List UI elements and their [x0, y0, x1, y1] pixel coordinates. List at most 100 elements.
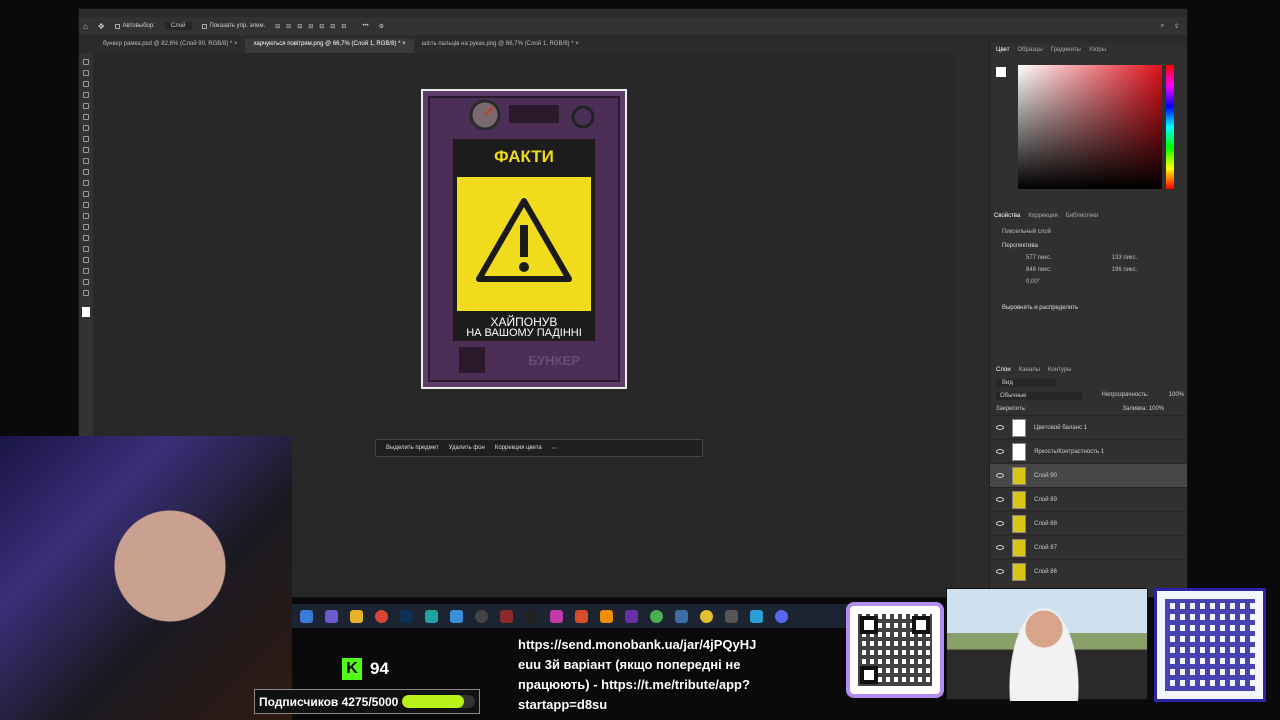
- home-icon[interactable]: ⌂: [83, 22, 88, 31]
- close-icon[interactable]: ×: [575, 41, 579, 47]
- app-icon[interactable]: [450, 609, 463, 623]
- tab-libraries[interactable]: Библиотеки: [1066, 213, 1099, 219]
- layer-row[interactable]: Яркость/Контрастность 1: [990, 439, 1187, 463]
- align-icons[interactable]: ⊟⊟⊟⊟⊟⊟⊟: [275, 23, 352, 30]
- layer-row[interactable]: Слой 86: [990, 559, 1187, 583]
- height-field[interactable]: 848 пикс.: [1026, 267, 1052, 273]
- path-select-icon[interactable]: [83, 246, 89, 252]
- color-correction-button[interactable]: Коррекция цвета: [495, 445, 542, 451]
- app-icon[interactable]: [700, 609, 713, 623]
- layer-row[interactable]: Слой 87: [990, 535, 1187, 559]
- visibility-eye-icon[interactable]: [996, 545, 1004, 550]
- visibility-eye-icon[interactable]: [996, 473, 1004, 478]
- layer-row[interactable]: Цветовой баланс 1: [990, 415, 1187, 439]
- document-canvas[interactable]: ФАКТИ ХАЙПОНУВ НА ВАШОМУ ПАДІННІ БУНКЕР: [421, 89, 627, 389]
- chrome-icon[interactable]: [375, 609, 388, 623]
- color-picker-field[interactable]: [1018, 65, 1162, 189]
- close-icon[interactable]: ×: [234, 41, 238, 47]
- app-icon[interactable]: [550, 609, 563, 623]
- lasso-tool-icon[interactable]: [83, 81, 89, 87]
- layer-row[interactable]: Слой 90: [990, 463, 1187, 487]
- visibility-eye-icon[interactable]: [996, 497, 1004, 502]
- zoom-icon[interactable]: [83, 279, 89, 285]
- hand-icon[interactable]: [83, 268, 89, 274]
- marquee-tool-icon[interactable]: [83, 70, 89, 76]
- healing-icon[interactable]: [83, 136, 89, 142]
- remove-background-button[interactable]: Удалить фон: [449, 445, 485, 451]
- layer-select-dropdown[interactable]: Слой: [164, 22, 192, 30]
- tab-color[interactable]: Цвет: [996, 47, 1009, 53]
- width-field[interactable]: 577 пикс.: [1026, 255, 1052, 261]
- gear-icon[interactable]: ⚙: [379, 23, 384, 30]
- visibility-eye-icon[interactable]: [996, 569, 1004, 574]
- obs-icon[interactable]: [475, 609, 488, 623]
- blur-icon[interactable]: [83, 202, 89, 208]
- tab-patterns[interactable]: Узоры: [1089, 47, 1106, 53]
- tab-kharchuyutsya[interactable]: харчуються повітрям.png @ 66,7% (Слой 1,…: [245, 39, 414, 53]
- color-swatches[interactable]: [82, 307, 90, 317]
- eyedropper-icon[interactable]: [83, 125, 89, 131]
- brush-icon[interactable]: [83, 147, 89, 153]
- tab-swatches[interactable]: Образцы: [1017, 47, 1042, 53]
- pen-icon[interactable]: [83, 224, 89, 230]
- y-field[interactable]: 196 пикс.: [1112, 267, 1138, 273]
- app-grid-icon[interactable]: [325, 609, 338, 623]
- contextual-more-icon[interactable]: ⋯: [552, 445, 558, 452]
- visibility-eye-icon[interactable]: [996, 425, 1004, 430]
- layer-row[interactable]: Слой 88: [990, 511, 1187, 535]
- blend-mode-select[interactable]: Обычные: [996, 392, 1082, 400]
- move-tool-icon[interactable]: ✥: [98, 22, 105, 31]
- frame-tool-icon[interactable]: [83, 114, 89, 120]
- autoselect-checkbox[interactable]: Автовыбор:: [114, 23, 155, 29]
- fill-value[interactable]: 100%: [1149, 406, 1164, 412]
- hue-slider[interactable]: [1166, 65, 1174, 189]
- file-explorer-icon[interactable]: [300, 609, 313, 623]
- history-brush-icon[interactable]: [83, 169, 89, 175]
- share-icon[interactable]: ⇪: [1174, 23, 1179, 30]
- dodge-icon[interactable]: [83, 213, 89, 219]
- discord-icon[interactable]: [775, 609, 788, 623]
- app-icon[interactable]: [625, 609, 638, 623]
- tab-layers[interactable]: Слои: [996, 367, 1011, 373]
- app-icon[interactable]: [525, 609, 538, 623]
- visibility-eye-icon[interactable]: [996, 449, 1004, 454]
- crop-tool-icon[interactable]: [83, 103, 89, 109]
- select-subject-button[interactable]: Выделить предмет: [386, 445, 439, 451]
- shape-icon[interactable]: [83, 257, 89, 263]
- opacity-value[interactable]: 100%: [1169, 392, 1184, 400]
- app-icon[interactable]: [725, 609, 738, 623]
- more-icon[interactable]: •••: [362, 23, 368, 29]
- tab-adjustments[interactable]: Коррекция: [1028, 213, 1058, 219]
- app-icon[interactable]: [425, 609, 438, 623]
- app-icon[interactable]: [675, 609, 688, 623]
- align-section-header[interactable]: Выровнять и распределить: [990, 289, 1187, 311]
- visibility-eye-icon[interactable]: [996, 521, 1004, 526]
- app-icon[interactable]: [500, 609, 513, 623]
- tab-shist-paltsiv[interactable]: шість пальців на руках.png @ 66,7% (Слой…: [414, 39, 587, 53]
- transform-section-header[interactable]: Перспектива: [990, 241, 1187, 251]
- eraser-icon[interactable]: [83, 180, 89, 186]
- tab-channels[interactable]: Каналы: [1019, 367, 1040, 373]
- gradient-icon[interactable]: [83, 191, 89, 197]
- quick-select-icon[interactable]: [83, 92, 89, 98]
- tab-properties[interactable]: Свойства: [994, 213, 1020, 219]
- angle-field[interactable]: 0,00°: [990, 275, 1187, 289]
- search-icon[interactable]: ⌕: [1161, 23, 1164, 30]
- app-icon[interactable]: [750, 609, 763, 623]
- app-icon[interactable]: [575, 609, 588, 623]
- photoshop-icon[interactable]: [400, 609, 413, 623]
- fg-bg-swatch[interactable]: [996, 67, 1006, 77]
- tab-paths[interactable]: Контуры: [1048, 367, 1072, 373]
- vlc-icon[interactable]: [600, 609, 613, 623]
- folder-icon[interactable]: [350, 609, 363, 623]
- tab-bunker[interactable]: бункер рамка.psd @ 82,6% (Слой 90, RGB/8…: [95, 39, 245, 53]
- layer-row[interactable]: Слой 89: [990, 487, 1187, 511]
- more-tools-icon[interactable]: [83, 290, 89, 296]
- x-field[interactable]: 133 пикс.: [1112, 255, 1138, 261]
- app-icon[interactable]: [650, 609, 663, 623]
- show-transform-checkbox[interactable]: Показать упр. элем.: [201, 23, 265, 29]
- type-icon[interactable]: [83, 235, 89, 241]
- move-tool-icon[interactable]: [83, 59, 89, 65]
- close-icon[interactable]: ×: [402, 41, 406, 47]
- tab-gradients[interactable]: Градиенты: [1051, 47, 1081, 53]
